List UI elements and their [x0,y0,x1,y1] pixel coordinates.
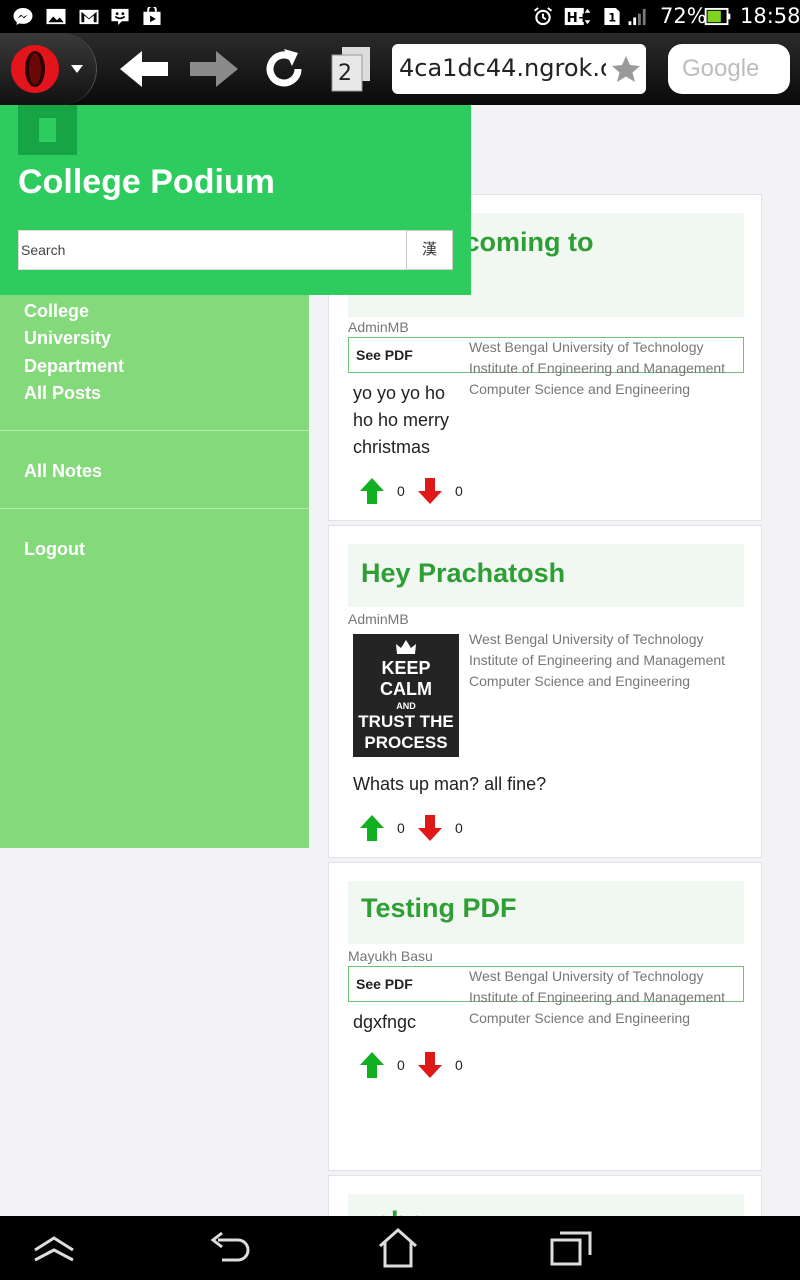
post-body-line: ho ho merry [353,410,450,430]
upvote-arrow-icon[interactable] [359,477,385,505]
site-header: College Podium 漢 [0,105,471,295]
battery-icon [704,7,731,26]
post-author[interactable]: Mayukh Basu [348,948,433,964]
system-navigation-bar [0,1216,800,1280]
address-bar[interactable]: 4ca1dc44.ngrok.com [392,44,646,94]
upvote-count: 0 [397,820,405,836]
post-body-line: yo yo yo ho [353,383,446,403]
svg-text:H+: H+ [567,11,589,26]
messenger-icon [13,7,33,26]
see-pdf-link[interactable]: See PDF [356,976,413,992]
svg-text:1: 1 [608,10,616,24]
back-arrow-icon[interactable] [118,47,170,91]
smiley-icon [111,8,129,26]
post-college: Institute of Engineering and Management [469,360,726,376]
post-university: West Bengal University of Technology [469,631,704,647]
sidebar-item-logout[interactable]: Logout [24,539,85,560]
back-icon[interactable] [208,1230,252,1268]
search-button[interactable]: 漢 [406,230,453,270]
opera-menu-button[interactable] [0,33,97,105]
image-text: CALM [380,679,432,699]
sidebar-item-all-notes[interactable]: All Notes [24,461,102,482]
post-meta: West Bengal University of Technology Ins… [469,966,725,1029]
logo-mark [39,118,56,142]
gmail-icon [79,9,99,25]
site-logo[interactable] [18,105,77,155]
downvote-count: 0 [455,820,463,836]
downvote-count: 0 [455,1057,463,1073]
clock: 18:58 [740,4,800,28]
post-university: West Bengal University of Technology [469,968,704,984]
post-department: Computer Science and Engineering [469,1010,691,1026]
crown-icon [396,640,416,654]
post-author[interactable]: AdminMB [348,611,409,627]
upvote-arrow-icon[interactable] [359,814,385,842]
image-text: TRUST THE [358,712,454,731]
bookmark-button[interactable] [606,44,646,94]
post-card: Testing PDF Mayukh Basu See PDF West Ben… [328,862,762,1171]
upvote-count: 0 [397,483,405,499]
post-title-band: Hey Prachatosh [348,544,744,607]
upvote-count: 0 [397,1057,405,1073]
post-title[interactable]: Hey Prachatosh [361,558,565,589]
tab-count: 2 [338,61,352,86]
image-text: AND [396,701,416,711]
sim-icon: 1 [604,7,620,26]
see-pdf-link[interactable]: See PDF [356,347,413,363]
vote-bar: 0 0 [359,477,479,505]
search-input[interactable] [18,230,407,270]
downvote-count: 0 [455,483,463,499]
post-body: Whats up man? all fine? [353,774,547,794]
play-store-icon [143,7,161,26]
post-image[interactable]: KEEP CALM AND TRUST THE PROCESS [353,634,459,757]
battery-percentage: 72% [660,4,707,28]
post-body: dgxfngc [353,1012,417,1032]
image-text: KEEP [381,658,431,678]
post-college: Institute of Engineering and Management [469,989,726,1005]
post-university: West Bengal University of Technology [469,339,704,355]
sidebar-item-university[interactable]: University [24,328,111,349]
browser-toolbar: 2 4ca1dc44.ngrok.com Google [0,33,800,105]
post-meta: West Bengal University of Technology Ins… [469,337,725,400]
downvote-arrow-icon[interactable] [417,477,443,505]
sidebar-item-college[interactable]: College [24,301,89,322]
post-body: yo yo yo ho ho ho merry christmas [353,380,449,461]
browser-search-placeholder: Google [682,55,760,82]
image-text: PROCESS [364,733,448,752]
post-title-band: Testing PDF [348,881,744,944]
alarm-icon [533,7,553,26]
vote-bar: 0 0 [359,1051,479,1079]
post-department: Computer Science and Engineering [469,381,691,397]
opera-logo-icon [11,45,59,93]
upvote-arrow-icon[interactable] [359,1051,385,1079]
reload-icon[interactable] [258,45,310,93]
status-bar: H+ 1 72% 18:58 [0,0,800,33]
post-college: Institute of Engineering and Management [469,652,726,668]
hplus-signal-icon: H+ [564,7,591,26]
chevron-down-icon [71,65,83,73]
gallery-icon [46,8,66,25]
forward-arrow-icon[interactable] [188,47,240,91]
site-title[interactable]: College Podium [18,163,275,202]
sidebar-item-department[interactable]: Department [24,356,124,377]
browser-search-box[interactable]: Google [668,44,790,94]
downvote-arrow-icon[interactable] [417,1051,443,1079]
star-icon [612,56,640,82]
downvote-arrow-icon[interactable] [417,814,443,842]
vote-bar: 0 0 [359,814,479,842]
post-department: Computer Science and Engineering [469,673,691,689]
tab-switcher-button[interactable]: 2 [328,45,374,93]
signal-bars-icon [628,8,646,26]
sidebar-item-all-posts[interactable]: All Posts [24,383,101,404]
post-body-line: christmas [353,437,431,457]
recent-apps-icon[interactable] [550,1230,592,1266]
post-author[interactable]: AdminMB [348,319,409,335]
post-title[interactable]: Testing PDF [361,893,517,924]
sidebar-divider [0,508,309,509]
menu-up-icon[interactable] [32,1234,76,1264]
post-meta: West Bengal University of Technology Ins… [469,629,725,692]
post-card: Hey Prachatosh AdminMB KEEP CALM AND TRU… [328,525,762,858]
sidebar-divider [0,430,309,431]
home-icon[interactable] [376,1226,420,1270]
